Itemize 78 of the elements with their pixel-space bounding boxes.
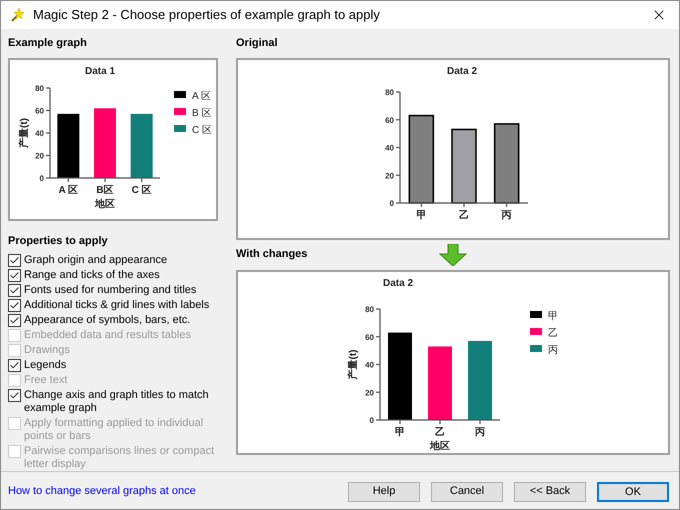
dialog-button[interactable]: << Back [514, 482, 586, 502]
dialog-button[interactable]: Help [348, 482, 420, 502]
checkbox[interactable] [8, 284, 21, 297]
tick-label: 0 [40, 174, 44, 182]
tick-label: 0 [370, 416, 374, 424]
checkbox-label: Embedded data and results tables [24, 328, 191, 342]
category-label: 乙 [435, 426, 445, 438]
check-icon [9, 270, 20, 281]
checkbox-label: Graph origin and appearance [24, 253, 168, 267]
bar [94, 108, 116, 178]
check-icon [9, 285, 20, 296]
help-link[interactable]: How to change several graphs at once [8, 483, 348, 500]
checkbox-label: Apply formatting applied to individual points or bars [24, 416, 204, 443]
magic-wand-icon [9, 7, 25, 23]
checkbox[interactable] [8, 299, 21, 312]
checkbox-label: Pairwise comparisons lines or compact letter display [24, 444, 216, 471]
chart-title: Data 2 [447, 66, 477, 76]
tick-label: 80 [385, 88, 394, 96]
legend-label: 甲 [548, 310, 558, 322]
section-heading: Example graph [8, 36, 88, 51]
tick-label: 40 [385, 143, 394, 152]
checkbox-label: Fonts used for numbering and titles [24, 283, 196, 297]
tick-label: 60 [35, 106, 44, 115]
check-icon [9, 255, 20, 266]
check-icon [9, 390, 20, 401]
category-label: B区 [96, 184, 114, 196]
tick-label: 60 [365, 332, 374, 342]
checkbox-label: Legends [24, 358, 66, 372]
window-title: Magic Step 2 - Choose properties of example graph to apply [33, 6, 381, 24]
tick-label: 0 [390, 198, 394, 208]
legend-label: 乙 [548, 328, 558, 338]
bar [130, 113, 153, 178]
tick-label: 20 [35, 151, 44, 160]
checkbox-label: Range and ticks of the axes [24, 268, 160, 282]
axis-title: 地区 [95, 198, 115, 210]
category-label: 乙 [459, 210, 469, 220]
legend-label: A 区 [192, 90, 211, 102]
category-label: 丙 [502, 210, 512, 220]
down-arrow-icon [439, 244, 468, 266]
checkbox-label: Additional ticks & grid lines with labels [24, 298, 210, 312]
checkbox-label: Free text [24, 373, 68, 387]
tick-label: 80 [365, 304, 374, 314]
tick-label: 40 [35, 128, 44, 138]
category-label: 甲 [395, 426, 405, 438]
axis-title: 产量(t) [348, 349, 359, 379]
checkbox[interactable] [8, 269, 21, 282]
section-heading: Original [236, 36, 279, 51]
bar [57, 113, 80, 178]
check-icon [9, 300, 20, 311]
section-heading: Properties to apply [8, 234, 109, 248]
tick-label: 40 [365, 360, 374, 369]
checkbox[interactable] [8, 389, 21, 402]
dialog-button[interactable]: OK [597, 482, 669, 502]
legend-label: C 区 [192, 124, 212, 136]
category-label: 丙 [475, 426, 485, 438]
category-label: C 区 [132, 184, 152, 196]
axis-title: 产量(t) [19, 118, 30, 148]
checkbox[interactable] [8, 314, 21, 327]
axis-title: 地区 [430, 440, 450, 452]
category-label: 甲 [416, 210, 426, 220]
tick-label: 20 [365, 388, 374, 397]
checkbox-label: Change axis and graph titles to match example graph [24, 388, 210, 415]
checkbox-label: Appearance of symbols, bars, etc. [24, 313, 190, 327]
checkbox-label: Drawings [24, 343, 70, 357]
section-heading: With changes [236, 247, 308, 262]
dialog-button[interactable]: Cancel [431, 482, 503, 502]
check-icon [9, 315, 20, 326]
legend-label: 丙 [548, 344, 558, 356]
tick-label: 20 [385, 170, 394, 180]
checkbox[interactable] [8, 359, 21, 372]
check-icon [9, 360, 20, 371]
tick-label: 80 [35, 84, 44, 92]
chart-title: Data 1 [85, 66, 115, 76]
category-label: A 区 [58, 184, 78, 196]
tick-label: 60 [385, 115, 394, 124]
chart-title: Data 2 [383, 278, 413, 288]
legend-label: B 区 [192, 108, 212, 118]
checkbox[interactable] [8, 254, 21, 267]
